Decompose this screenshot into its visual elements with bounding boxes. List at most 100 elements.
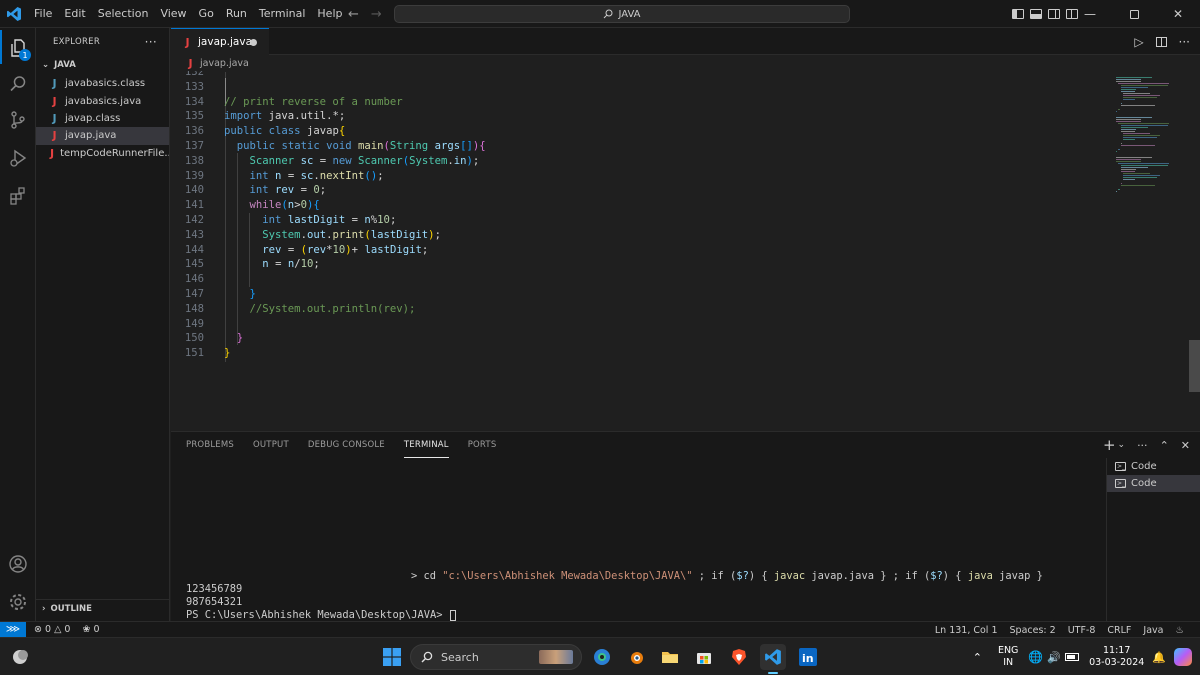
more-actions-icon[interactable]: ···: [1137, 439, 1148, 452]
editor-scrollbar[interactable]: [1189, 340, 1200, 392]
line-code: int rev = 0;: [249, 184, 327, 197]
code-line: 134 // print reverse of a number: [171, 95, 1111, 110]
breadcrumb-file[interactable]: javap.java: [200, 58, 249, 69]
minimap-line: [1120, 105, 1155, 106]
folder-java[interactable]: ⌄ JAVA: [36, 55, 169, 75]
file-tempcoderunnerfile[interactable]: J tempCodeRunnerFile....: [36, 145, 169, 162]
file-javabasics-java[interactable]: J javabasics.java: [36, 92, 169, 109]
menu-file[interactable]: File: [28, 0, 58, 28]
remote-indicator-icon[interactable]: ⋙: [0, 621, 26, 638]
menu-selection[interactable]: Selection: [92, 0, 155, 28]
terminal-input-line: 123456789: [186, 583, 243, 595]
back-arrow-icon[interactable]: ←: [348, 7, 359, 22]
code-line: 146: [171, 272, 1111, 287]
linkedin-icon[interactable]: in: [796, 645, 820, 669]
problems-status[interactable]: ⊗ 0 △ 0: [26, 624, 76, 635]
clock[interactable]: 11:17 03-03-2024: [1089, 645, 1144, 669]
indentation[interactable]: Spaces: 2: [1004, 625, 1062, 636]
menu-run[interactable]: Run: [220, 0, 253, 28]
settings-gear-icon[interactable]: [0, 584, 36, 620]
battery-icon[interactable]: [1065, 653, 1080, 661]
accounts-icon[interactable]: [0, 546, 36, 582]
tab-debug-console[interactable]: DEBUG CONSOLE: [308, 432, 385, 458]
new-terminal-plus-icon[interactable]: +: [1103, 436, 1116, 454]
restore-button[interactable]: [1112, 0, 1156, 28]
run-play-icon[interactable]: ▷: [1134, 35, 1143, 49]
minimap-line: [1120, 131, 1136, 132]
start-windows-icon[interactable]: [380, 645, 404, 669]
tab-problems[interactable]: PROBLEMS: [186, 432, 234, 458]
file-javabasics-class[interactable]: J javabasics.class: [36, 75, 169, 92]
explorer-icon[interactable]: 1: [0, 30, 36, 66]
notification-bell-icon[interactable]: 🔔: [1152, 651, 1166, 664]
brave-browser-icon[interactable]: [727, 645, 751, 669]
copilot-task-view-icon[interactable]: [590, 645, 614, 669]
terminal-item[interactable]: >_ Code: [1107, 458, 1200, 475]
terminal-output[interactable]: > cd "c:\Users\Abhishek Mewada\Desktop\J…: [186, 458, 1096, 622]
line-number: 147: [184, 288, 204, 300]
file-explorer-icon[interactable]: [658, 645, 682, 669]
notifications-bell-icon[interactable]: ♨: [1169, 625, 1190, 636]
taskbar-search[interactable]: Search: [410, 644, 582, 670]
minimap-line: [1120, 89, 1137, 90]
breadcrumb: J javap.java: [171, 55, 249, 71]
file-javap-java[interactable]: J javap.java: [36, 127, 169, 145]
terminal-item[interactable]: >_ Code: [1107, 475, 1200, 492]
minimap-line: [1123, 137, 1157, 138]
input-language[interactable]: ENG IN: [998, 645, 1018, 669]
menu-go[interactable]: Go: [193, 0, 220, 28]
tab-output[interactable]: OUTPUT: [253, 432, 289, 458]
close-button[interactable]: ✕: [1156, 0, 1200, 28]
cursor-position[interactable]: Ln 131, Col 1: [929, 625, 1004, 636]
panel-actions: + ⌄ ··· ⌃ ✕: [1103, 432, 1190, 458]
tab-terminal[interactable]: TERMINAL: [403, 432, 449, 458]
more-actions-icon[interactable]: ···: [145, 35, 157, 49]
search-icon[interactable]: [0, 66, 36, 102]
source-control-icon[interactable]: [0, 102, 36, 138]
terminal-icon: >_: [1115, 462, 1126, 471]
file-javap-class[interactable]: J javap.class: [36, 110, 169, 127]
line-code: rev = (rev*10)+ lastDigit;: [262, 243, 429, 256]
toggle-primary-sidebar-icon[interactable]: [1012, 9, 1024, 19]
minimize-button[interactable]: —: [1068, 0, 1112, 28]
split-editor-icon[interactable]: [1155, 35, 1167, 49]
navigation-arrows: ← →: [348, 0, 382, 28]
maximize-panel-icon[interactable]: ⌃: [1160, 439, 1169, 452]
weather-widget-icon[interactable]: [8, 645, 32, 669]
status-bar: ⋙ ⊗ 0 △ 0 ❀ 0 Ln 131, Col 1 Spaces: 2 UT…: [0, 621, 1200, 638]
toggle-secondary-sidebar-icon[interactable]: [1048, 9, 1060, 19]
unsaved-dot-icon[interactable]: [250, 39, 257, 46]
toggle-panel-icon[interactable]: [1030, 9, 1042, 19]
vscode-taskbar-icon[interactable]: [760, 644, 786, 674]
menu-help[interactable]: Help: [311, 0, 348, 28]
volume-icon[interactable]: 🔊: [1047, 651, 1061, 664]
error-count: 0: [45, 624, 52, 635]
tab-javap-java[interactable]: J javap.java: [171, 28, 269, 55]
ports-status[interactable]: ❀ 0: [76, 624, 105, 635]
copilot-icon[interactable]: [1174, 648, 1192, 666]
end-of-line[interactable]: CRLF: [1101, 625, 1137, 636]
code-editor[interactable]: 132 133 134// print reverse of a number 135…: [171, 71, 1200, 431]
command-center-search[interactable]: JAVA: [394, 5, 850, 23]
minimap[interactable]: [1116, 71, 1186, 271]
close-panel-icon[interactable]: ✕: [1181, 439, 1190, 452]
extensions-icon[interactable]: [0, 178, 36, 214]
terminal-command: > cd "c:\Users\Abhishek Mewada\Desktop\J…: [411, 570, 1043, 582]
minimap-line: [1116, 191, 1118, 192]
microsoft-store-icon[interactable]: [692, 645, 716, 669]
network-globe-icon[interactable]: 🌐: [1028, 650, 1043, 664]
run-debug-icon[interactable]: [0, 140, 36, 176]
show-hidden-icons-chevron-icon[interactable]: ⌃: [973, 651, 982, 664]
menu-terminal[interactable]: Terminal: [253, 0, 312, 28]
language-mode[interactable]: Java: [1137, 625, 1169, 636]
blender-icon[interactable]: [624, 645, 648, 669]
line-number: 138: [184, 154, 204, 167]
tab-ports[interactable]: PORTS: [468, 432, 497, 458]
encoding[interactable]: UTF-8: [1062, 625, 1102, 636]
forward-arrow-icon[interactable]: →: [371, 7, 382, 22]
outline-section[interactable]: › OUTLINE: [36, 599, 170, 617]
more-actions-icon[interactable]: ···: [1179, 35, 1190, 49]
terminal-dropdown-icon[interactable]: ⌄: [1118, 440, 1126, 450]
menu-view[interactable]: View: [154, 0, 192, 28]
menu-edit[interactable]: Edit: [58, 0, 91, 28]
